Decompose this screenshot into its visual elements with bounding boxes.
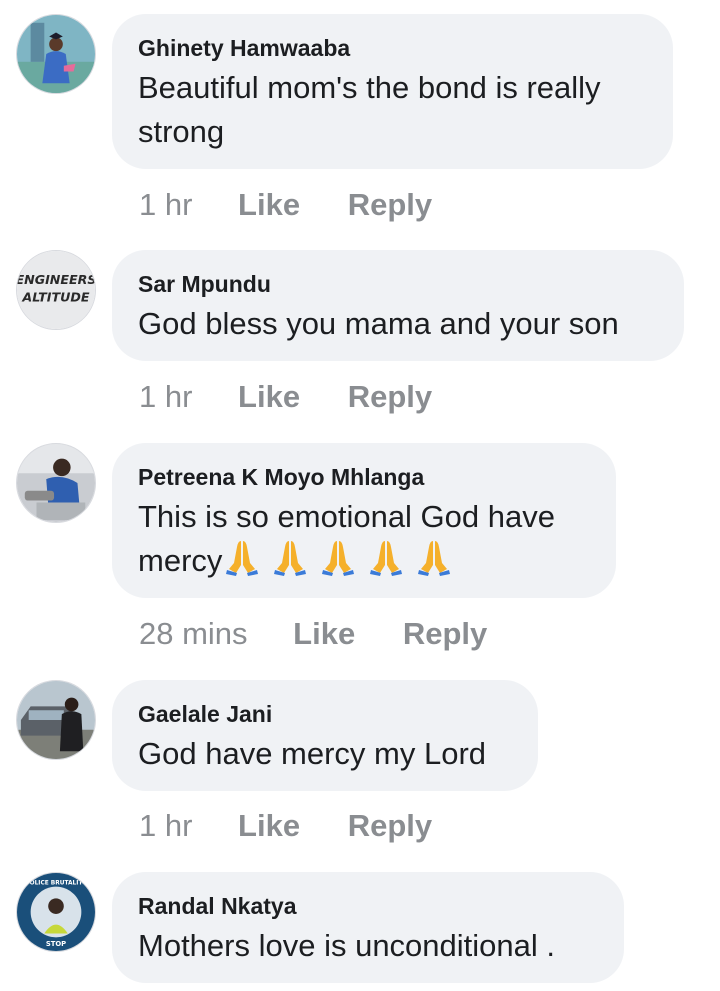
comment-actions: 28 mins Like Reply (139, 614, 526, 654)
avatar-label: STOP (46, 940, 66, 948)
comment-text-line: Beautiful mom's the bond is really (138, 70, 601, 105)
avatar-label: ENGINEERS (17, 272, 95, 287)
emoji-row (224, 539, 452, 577)
comment-text: God bless you mama and your son (138, 302, 658, 346)
comment-time[interactable]: 1 hr (139, 187, 192, 222)
avatar[interactable] (16, 443, 96, 523)
comment-text-line: God bless you mama and your son (138, 306, 619, 341)
comment-bubble: Sar Mpundu God bless you mama and your s… (112, 250, 684, 361)
avatar-photo (17, 681, 95, 759)
comment-author[interactable]: Petreena K Moyo Mhlanga (138, 463, 590, 491)
comment-text: God have mercy my Lord (138, 732, 512, 776)
comment-bubble: Ghinety Hamwaaba Beautiful mom's the bon… (112, 14, 673, 169)
comment-text: This is so emotional God have mercy (138, 495, 590, 583)
comment-text-fragment: mercy (138, 543, 223, 578)
avatar-photo: ENGINEERS ALTITUDE (17, 251, 95, 329)
avatar[interactable] (16, 14, 96, 94)
avatar[interactable]: ENGINEERS ALTITUDE (16, 250, 96, 330)
folded-hands-icon (320, 539, 356, 577)
folded-hands-icon (272, 539, 308, 577)
comment-text: Mothers love is unconditional . (138, 924, 598, 968)
comment-text-line: strong (138, 114, 225, 149)
folded-hands-icon (416, 539, 452, 577)
folded-hands-icon (224, 539, 260, 577)
like-button[interactable]: Like (293, 616, 355, 651)
comment-time[interactable]: 1 hr (139, 379, 192, 414)
avatar[interactable]: POLICE BRUTALITY STOP (16, 872, 96, 952)
comment-author[interactable]: Randal Nkatya (138, 892, 598, 920)
reply-button[interactable]: Reply (348, 808, 432, 843)
reply-button[interactable]: Reply (348, 379, 432, 414)
comment-text-line: This is so emotional God have (138, 499, 555, 534)
comment-time[interactable]: 1 hr (139, 808, 192, 843)
comment-bubble: Petreena K Moyo Mhlanga This is so emoti… (112, 443, 616, 598)
like-button[interactable]: Like (238, 379, 300, 414)
avatar-label: POLICE BRUTALITY (25, 881, 87, 887)
comment-author[interactable]: Gaelale Jani (138, 700, 512, 728)
comment-actions: 1 hr Like Reply (139, 806, 471, 846)
like-button[interactable]: Like (238, 808, 300, 843)
comment-bubble: Gaelale Jani God have mercy my Lord (112, 680, 538, 791)
comment-actions: 1 hr Like Reply (139, 185, 471, 225)
comment-author[interactable]: Ghinety Hamwaaba (138, 34, 647, 62)
avatar-label: ALTITUDE (21, 290, 90, 305)
avatar-photo (17, 444, 95, 522)
comment-text: Beautiful mom's the bond is really stron… (138, 66, 647, 154)
avatar-photo: POLICE BRUTALITY STOP (17, 873, 95, 951)
like-button[interactable]: Like (238, 187, 300, 222)
folded-hands-icon (368, 539, 404, 577)
comment-text-line: mercy (138, 539, 590, 583)
avatar[interactable] (16, 680, 96, 760)
reply-button[interactable]: Reply (403, 616, 487, 651)
comment-text-line: God have mercy my Lord (138, 736, 487, 771)
reply-button[interactable]: Reply (348, 187, 432, 222)
comment-text-line: Mothers love is unconditional . (138, 928, 556, 963)
avatar-photo (17, 15, 95, 93)
comment-time[interactable]: 28 mins (139, 616, 248, 651)
comment-bubble: Randal Nkatya Mothers love is unconditio… (112, 872, 624, 983)
comment-actions: 1 hr Like Reply (139, 377, 471, 417)
comment-author[interactable]: Sar Mpundu (138, 270, 658, 298)
